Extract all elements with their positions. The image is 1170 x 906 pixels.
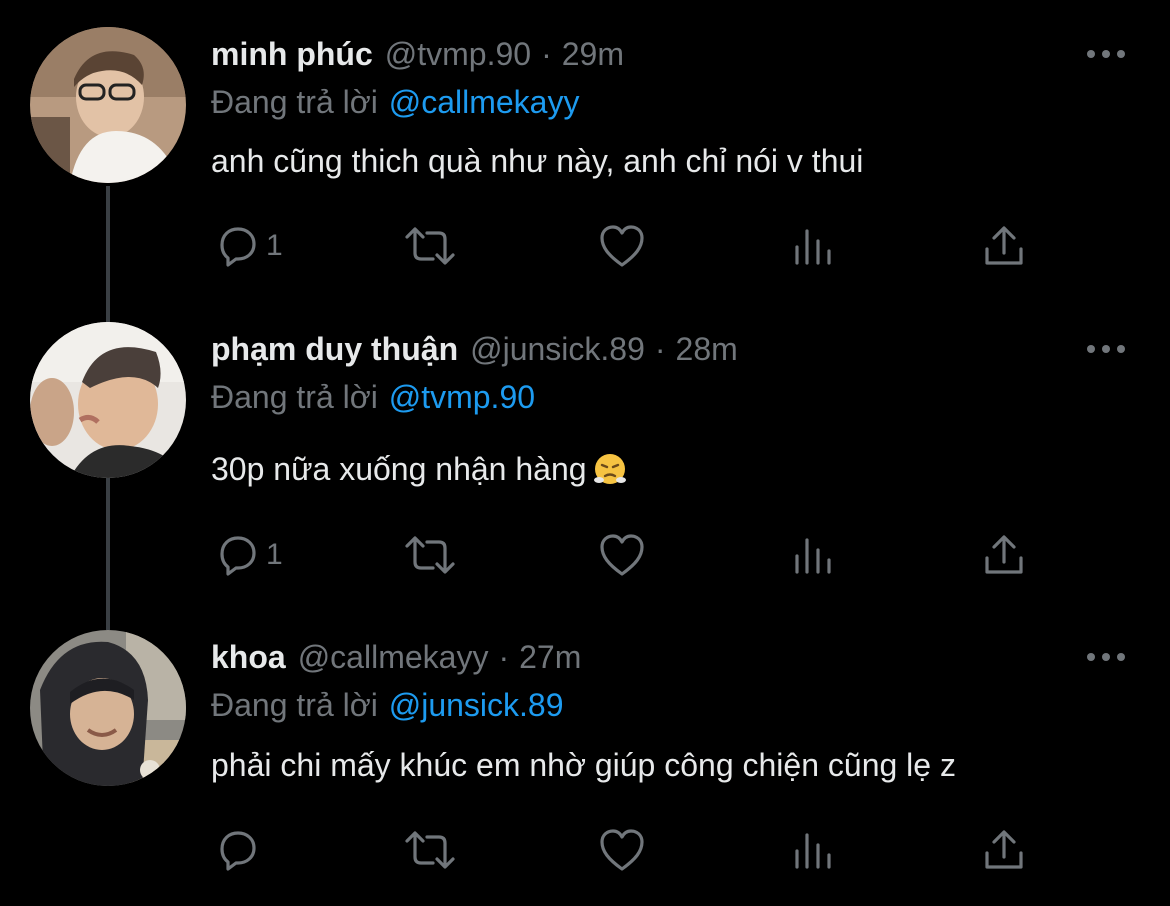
tweet-actions xyxy=(0,820,1170,880)
reply-button[interactable]: 1 xyxy=(214,216,283,276)
like-button[interactable] xyxy=(598,525,646,585)
avatar[interactable] xyxy=(30,630,186,786)
share-button[interactable] xyxy=(981,216,1027,276)
steam-face-emoji xyxy=(593,452,627,494)
tweet-actions: 1 xyxy=(0,525,1170,585)
share-button[interactable] xyxy=(981,820,1027,880)
retweet-button[interactable] xyxy=(403,216,457,276)
like-icon xyxy=(600,225,644,267)
reply-to-mention[interactable]: @tvmp.90 xyxy=(389,379,535,415)
like-button[interactable] xyxy=(598,216,646,276)
retweet-icon xyxy=(405,831,455,869)
timestamp[interactable]: 29m xyxy=(562,36,624,73)
author-name[interactable]: khoa xyxy=(211,639,286,676)
reply-icon xyxy=(220,831,256,871)
replying-to: Đang trả lời @junsick.89 xyxy=(211,687,564,724)
author-name[interactable]: minh phúc xyxy=(211,36,373,73)
analytics-icon xyxy=(795,229,831,265)
tweet-actions: 1 xyxy=(0,216,1170,276)
avatar[interactable] xyxy=(30,322,186,478)
reply-button[interactable] xyxy=(214,820,266,880)
separator-dot: · xyxy=(498,638,510,675)
tweet[interactable]: khoa @callmekayy · 27m Đang trả lời @jun… xyxy=(0,620,1170,906)
tweet[interactable]: minh phúc @tvmp.90 · 29m Đang trả lời @c… xyxy=(0,0,1170,310)
avatar[interactable] xyxy=(30,27,186,183)
reply-icon xyxy=(220,536,256,576)
tweet-text: phải chi mấy khúc em nhờ giúp công chiện… xyxy=(211,747,956,783)
like-icon xyxy=(600,829,644,871)
separator-dot: · xyxy=(654,330,666,367)
retweet-icon xyxy=(405,536,455,574)
share-icon xyxy=(985,830,1023,869)
analytics-button[interactable] xyxy=(791,216,835,276)
tweet-text: anh cũng thich quà như này, anh chỉ nói … xyxy=(211,143,864,179)
analytics-icon xyxy=(795,833,831,869)
replying-label: Đang trả lời xyxy=(211,687,378,723)
author-handle[interactable]: @callmekayy xyxy=(298,639,489,676)
share-icon xyxy=(985,226,1023,265)
reply-button[interactable]: 1 xyxy=(214,525,283,585)
author-handle[interactable]: @tvmp.90 xyxy=(385,36,531,73)
replying-label: Đang trả lời xyxy=(211,84,378,120)
share-button[interactable] xyxy=(981,525,1027,585)
separator-dot: · xyxy=(541,35,552,72)
analytics-button[interactable] xyxy=(791,525,835,585)
tweet-text-content: 30p nữa xuống nhận hàng xyxy=(211,451,587,487)
like-button[interactable] xyxy=(598,820,646,880)
reply-count: 1 xyxy=(266,229,283,262)
analytics-button[interactable] xyxy=(791,820,835,880)
tweet-text: 30p nữa xuống nhận hàng xyxy=(211,451,627,494)
tweet-header: phạm duy thuận @junsick.89 · 28m xyxy=(211,327,738,371)
retweet-button[interactable] xyxy=(403,820,457,880)
like-icon xyxy=(600,534,644,576)
timestamp[interactable]: 28m xyxy=(676,331,738,368)
tweet-header: minh phúc @tvmp.90 · 29m xyxy=(211,32,624,76)
reply-to-mention[interactable]: @callmekayy xyxy=(389,84,580,120)
share-icon xyxy=(985,535,1023,574)
tweet[interactable]: phạm duy thuận @junsick.89 · 28m Đang tr… xyxy=(0,310,1170,620)
reply-icon xyxy=(220,227,256,267)
more-options-icon[interactable] xyxy=(1084,635,1128,679)
retweet-icon xyxy=(405,227,455,265)
author-handle[interactable]: @junsick.89 xyxy=(470,331,645,368)
replying-label: Đang trả lời xyxy=(211,379,378,415)
retweet-button[interactable] xyxy=(403,525,457,585)
replying-to: Đang trả lời @callmekayy xyxy=(211,84,579,121)
analytics-icon xyxy=(795,538,831,574)
more-options-icon[interactable] xyxy=(1084,32,1128,76)
replying-to: Đang trả lời @tvmp.90 xyxy=(211,379,535,416)
reply-to-mention[interactable]: @junsick.89 xyxy=(389,687,564,723)
more-options-icon[interactable] xyxy=(1084,327,1128,371)
author-name[interactable]: phạm duy thuận xyxy=(211,331,458,368)
reply-count: 1 xyxy=(266,538,283,571)
tweet-header: khoa @callmekayy · 27m xyxy=(211,635,581,679)
timestamp[interactable]: 27m xyxy=(519,639,581,676)
